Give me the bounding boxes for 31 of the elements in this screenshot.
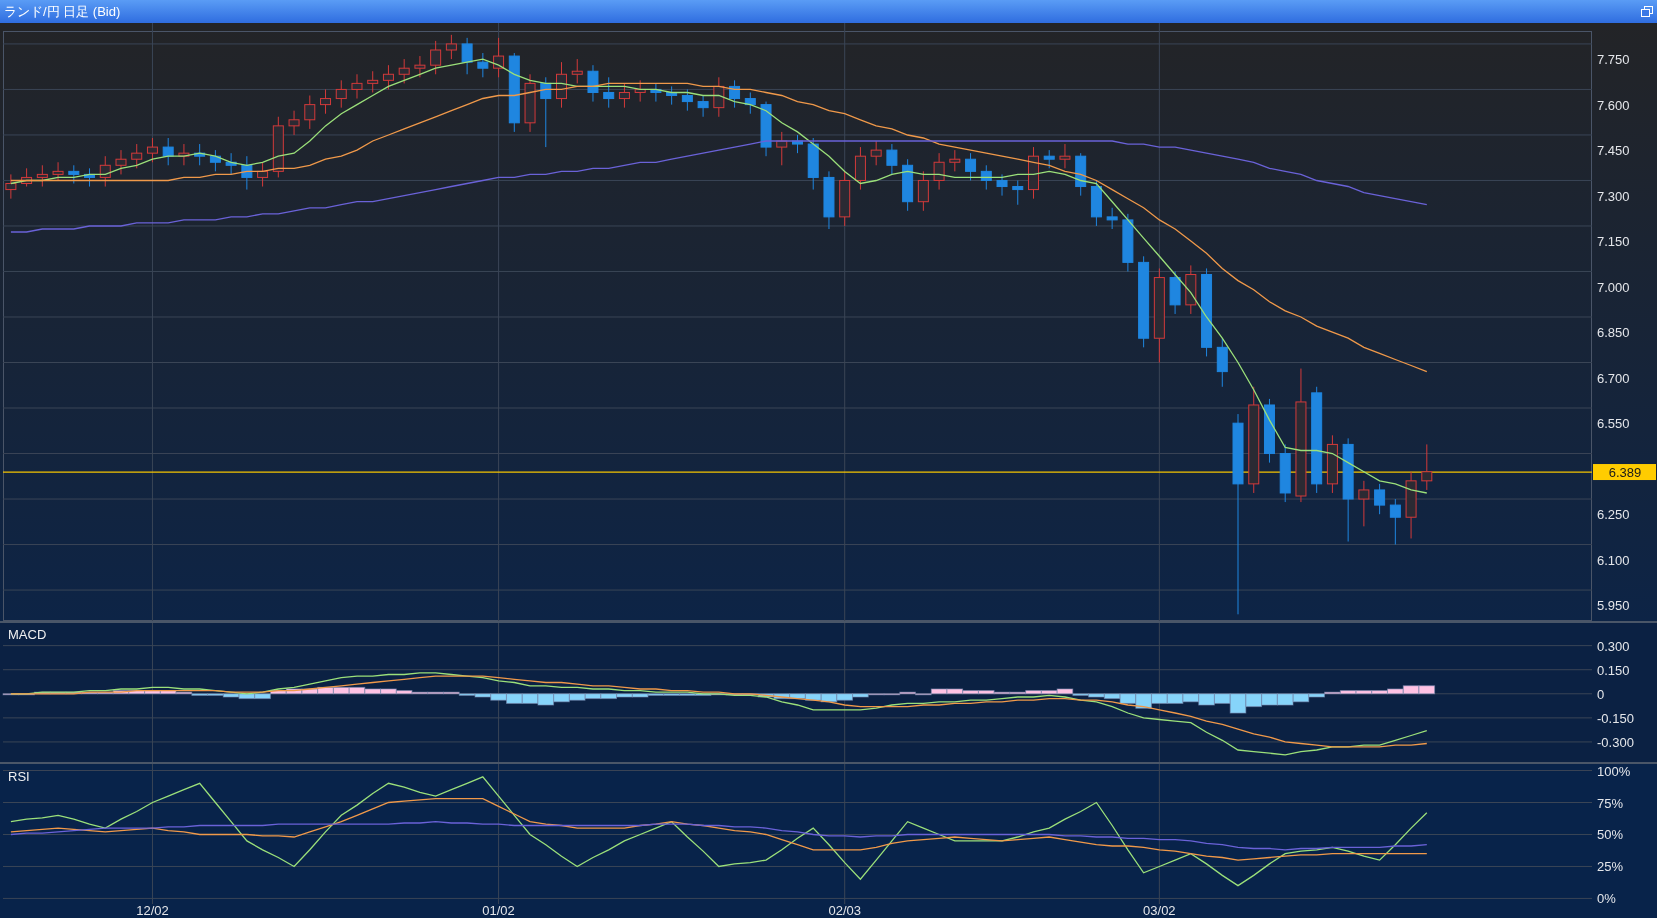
axis-label: 7.000 [1597,279,1630,295]
axis-label: 6.550 [1597,416,1630,432]
date-label: 03/02 [1143,903,1176,918]
axis-label: 100% [1597,764,1631,779]
axis-label: 25% [1597,859,1624,875]
axis-label: 6.250 [1597,507,1630,523]
axis-label: 7.750 [1597,52,1630,68]
axis-label: 0.300 [1597,638,1630,654]
ref-line-label: 6.389 [1608,465,1642,481]
window-title: ランド/円 日足 (Bid) [4,2,121,21]
axis-label: 7.300 [1597,188,1630,204]
current-price-tag: 6.389 [1593,464,1656,481]
axis-label: 7.600 [1597,97,1630,113]
axis-label: 6.850 [1597,325,1630,341]
axis-label: 6.100 [1597,552,1630,568]
axis-label: 7.150 [1597,234,1630,250]
axis-label: 0 [1597,686,1605,702]
date-label: 02/03 [828,903,861,918]
panel-title: MACD [8,627,47,642]
date-label: 12/02 [136,903,169,918]
axis-label: 6.700 [1597,370,1630,386]
axis-label: 75% [1597,795,1624,811]
axis-label: 5.950 [1597,598,1630,614]
axis-label: -0.300 [1597,734,1634,750]
panel-title: RSI [8,769,30,784]
axis-label: 0.150 [1597,662,1630,678]
axis-label: -0.150 [1597,710,1634,726]
date-label: 01/02 [482,903,515,918]
axis-label: 7.450 [1597,143,1630,159]
axis-label: 50% [1597,827,1624,843]
axis-label: 0% [1597,891,1616,907]
